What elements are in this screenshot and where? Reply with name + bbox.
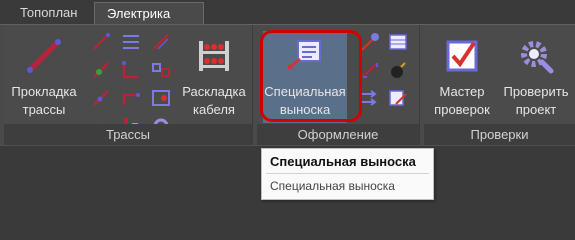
tooltip-divider [266, 173, 429, 174]
tooltip-title: Специальная выноска [270, 154, 416, 169]
panel-title-proverki: Проверки [424, 124, 575, 146]
panel-title-oformlenie: Оформление [257, 124, 419, 146]
tooltip: Специальная выноска Специальная выноска [261, 148, 434, 200]
tab-elektrika[interactable]: Электрика [94, 2, 204, 25]
prokladka-trassy-label: Прокладка трассы [11, 84, 77, 117]
ribbon: Прокладка трассы Раскладка кабеля Трассы… [0, 24, 575, 146]
tooltip-description: Специальная выноска [270, 179, 395, 193]
cable-rack-icon [195, 37, 233, 75]
arrows-right-icon[interactable] [359, 87, 381, 109]
raskladka-kabelya-button[interactable]: Раскладка кабеля [176, 31, 252, 123]
dimension-line-icon[interactable] [359, 59, 381, 81]
route-slash-icon[interactable] [150, 31, 172, 53]
table-icon[interactable] [387, 31, 409, 53]
route-edit-icon[interactable] [90, 87, 112, 109]
raskladka-kabelya-label: Раскладка кабеля [182, 84, 246, 117]
callout-note-icon [286, 37, 324, 75]
master-proverok-label: Мастер проверок [434, 84, 490, 117]
route-link-icon[interactable] [150, 59, 172, 81]
panel-trassy: Прокладка трассы Раскладка кабеля Трассы [4, 25, 253, 146]
panel-title-trassy: Трассы [4, 124, 252, 146]
route-branch-icon[interactable] [90, 59, 112, 81]
edit-pencil-icon[interactable] [387, 87, 409, 109]
panel-oformlenie: Специальная выноска Оформление [257, 25, 420, 146]
master-proverok-button[interactable]: Мастер проверок [426, 31, 498, 123]
label-pin-icon[interactable] [359, 31, 381, 53]
tab-topoplan[interactable]: Топоплан [8, 2, 92, 24]
bomb-icon[interactable] [387, 59, 409, 81]
route-props-icon[interactable] [150, 87, 172, 109]
proverit-proekt-label: Проверить проект [503, 84, 569, 117]
cable-route-icon[interactable] [120, 31, 142, 53]
checkmark-box-icon [443, 37, 481, 75]
ribbon-tabbar: Топоплан Электрика [0, 0, 575, 25]
prokladka-trassy-button[interactable]: Прокладка трассы [6, 31, 82, 123]
proverit-proekt-button[interactable]: Проверить проект [500, 31, 572, 123]
special-callout-button[interactable]: Специальная выноска [263, 31, 347, 123]
special-callout-label: Специальная выноска [264, 84, 346, 117]
route-jump-icon[interactable] [120, 87, 142, 109]
panel-proverki: Мастер проверок Проверить проект Проверк… [424, 25, 575, 146]
gear-magnifier-icon [517, 37, 555, 75]
route-corner-icon[interactable] [120, 59, 142, 81]
route-segment-icon[interactable] [90, 31, 112, 53]
diagonal-route-icon [25, 37, 63, 75]
